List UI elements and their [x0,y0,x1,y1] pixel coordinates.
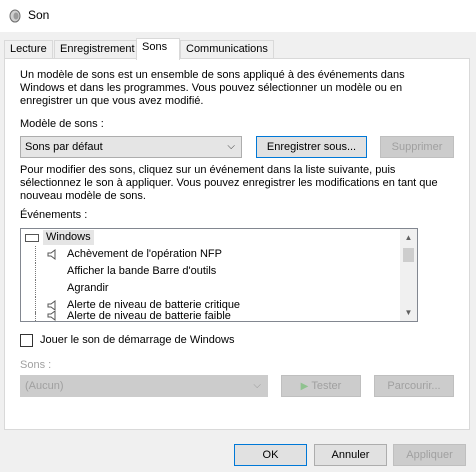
sound-scheme-select[interactable]: Sons par défaut ⌵ [20,136,242,158]
startup-sound-checkbox[interactable] [20,334,33,347]
sounds-label: Sons : [20,359,52,371]
event-group-label: Windows [43,230,94,245]
delete-button[interactable]: Supprimer [380,136,454,158]
tab-strip: Lecture Enregistrement Sons Communicatio… [4,38,472,60]
browse-button[interactable]: Parcourir... [374,375,454,397]
tab-sons[interactable]: Sons [136,38,180,60]
speaker-icon [47,249,56,260]
window-title: Son [28,8,50,22]
intro-text: Un modèle de sons est un ensemble de son… [20,69,405,107]
sound-scheme-value: Sons par défaut [25,141,103,153]
events-list[interactable]: Windows Achèvement de l'opération NFP Af… [20,228,418,322]
startup-sound-label[interactable]: Jouer le son de démarrage de Windows [40,334,340,347]
scroll-up-icon[interactable]: ▲ [400,229,417,246]
test-button[interactable]: ▶ Tester [281,375,361,397]
speaker-icon [47,300,56,311]
window-icon [25,234,39,242]
events-label: Événements : [20,209,88,221]
list-item[interactable]: Achèvement de l'opération NFP [21,246,401,263]
list-item[interactable]: Windows [21,229,401,246]
speaker-icon [9,9,21,23]
ok-button[interactable]: OK [234,444,307,466]
event-label: Agrandir [67,282,109,294]
event-label: Alerte de niveau de batterie faible [67,311,231,321]
tab-lecture[interactable]: Lecture [4,40,53,59]
chevron-down-icon: ⌵ [253,380,261,391]
events-scrollbar[interactable]: ▲ ▼ [400,229,417,321]
list-item[interactable]: Agrandir [21,280,401,297]
event-label: Afficher la bande Barre d'outils [67,265,217,277]
play-icon: ▶ [300,381,309,392]
test-button-label: Tester [311,380,342,392]
speaker-icon [47,311,56,321]
sound-value: (Aucun) [25,380,64,392]
scroll-down-icon[interactable]: ▼ [400,304,417,321]
scheme-label: Modèle de sons : [20,118,104,130]
list-item[interactable]: Afficher la bande Barre d'outils [21,263,401,280]
event-label: Achèvement de l'opération NFP [67,248,222,260]
title-bar: Son [0,0,476,32]
modify-instructions: Pour modifier des sons, cliquez sur un é… [20,164,438,202]
cancel-button[interactable]: Annuler [314,444,387,466]
sound-select[interactable]: (Aucun) ⌵ [20,375,268,397]
list-item[interactable]: Alerte de niveau de batterie faible [21,311,401,321]
scroll-thumb[interactable] [403,248,414,262]
apply-button[interactable]: Appliquer [393,444,466,466]
tab-communications[interactable]: Communications [180,40,274,59]
chevron-down-icon: ⌵ [227,141,235,152]
save-as-button[interactable]: Enregistrer sous... [256,136,367,158]
tab-enregistrement[interactable]: Enregistrement [54,40,141,59]
